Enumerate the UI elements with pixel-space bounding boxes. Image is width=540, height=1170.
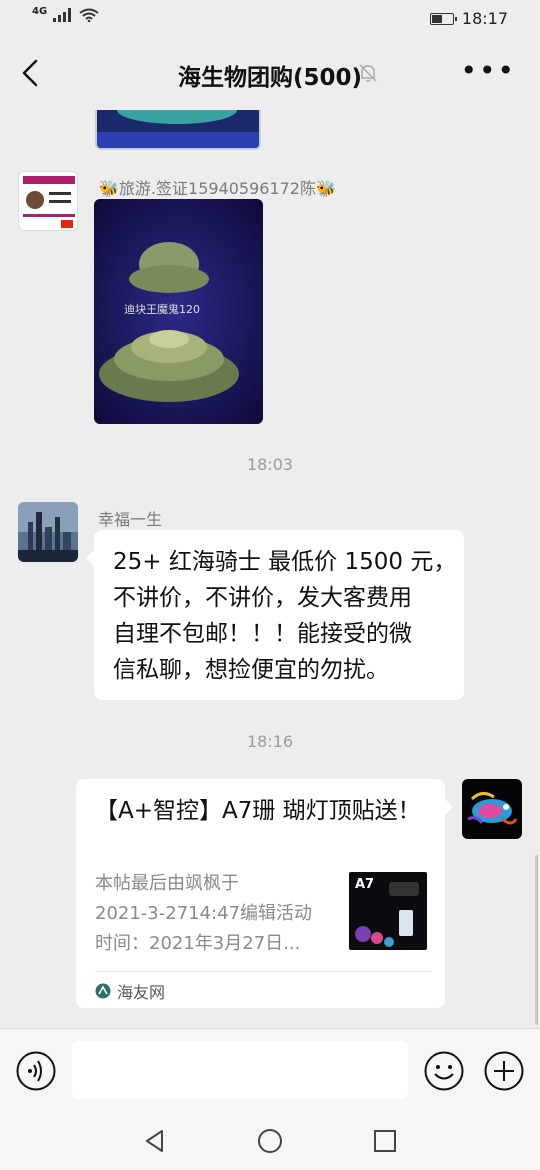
sender-name: 幸福一生 — [98, 510, 163, 529]
text-message-bubble[interactable]: 25+ 红海骑士 最低价 1500 元， 不讲价，不讲价，发大客费用 自理不包邮… — [86, 530, 464, 700]
nav-recents-icon[interactable] — [372, 1128, 398, 1154]
network-label: 4G — [32, 5, 48, 17]
link-card-title: 【A+智控】A7珊 瑚灯顶贴送！ — [95, 798, 421, 824]
message-line: 自理不包邮！！！能接受的微 — [113, 621, 412, 647]
battery-icon — [429, 12, 457, 25]
timestamp: 18:03 — [246, 455, 294, 474]
divider — [95, 971, 431, 972]
status-bar: 4G 18:17 — [0, 0, 540, 36]
input-bar — [0, 1028, 540, 1111]
previous-image-message[interactable] — [95, 110, 261, 150]
mute-bell-icon — [359, 64, 377, 82]
signal-icon — [53, 8, 72, 22]
message-list[interactable]: 🐝旅游.签证15940596172陈🐝 迪块王魔鬼120 18:03 幸福一生 … — [0, 110, 540, 1028]
link-card-message[interactable]: 【A+智控】A7珊 瑚灯顶贴送！ 本帖最后由飒枫于 2021-3-2714:47… — [76, 779, 453, 1008]
status-time: 18:17 — [461, 9, 508, 28]
desc-line: 2021-3-2714:47编辑活动 — [95, 903, 313, 924]
message-line: 25+ 红海骑士 最低价 1500 元， — [113, 549, 457, 575]
scrollbar[interactable] — [535, 855, 538, 1025]
plus-icon[interactable] — [484, 1051, 524, 1091]
timestamp: 18:16 — [246, 732, 294, 751]
voice-icon[interactable] — [16, 1051, 56, 1091]
nav-home-icon[interactable] — [257, 1128, 283, 1154]
thumbnail-label: A7 — [355, 877, 374, 892]
avatar-self-fish[interactable] — [462, 779, 522, 839]
message-input[interactable] — [72, 1041, 408, 1099]
chat-title: 海生物团购(500) — [177, 65, 363, 91]
avatar-travel-agent[interactable] — [18, 171, 78, 231]
sender-name: 🐝旅游.签证15940596172陈🐝 — [99, 179, 336, 198]
link-card-thumbnail: A7 — [349, 872, 427, 950]
emoji-icon[interactable] — [424, 1051, 464, 1091]
image-caption: 迪块王魔鬼120 — [124, 302, 200, 316]
desc-line: 本帖最后由飒枫于 — [95, 873, 239, 894]
avatar-city-skyline[interactable] — [18, 502, 78, 562]
message-line: 不讲价，不讲价，发大客费用 — [113, 585, 412, 611]
link-source: 海友网 — [95, 979, 165, 1003]
message-line: 信私聊，想捡便宜的勿扰。 — [113, 657, 389, 683]
chat-header: 海生物团购(500) ••• — [0, 36, 540, 110]
more-options-button[interactable]: ••• — [460, 57, 516, 85]
link-card-description: 本帖最后由飒枫于 2021-3-2714:47编辑活动 时间：2021年3月27… — [95, 869, 335, 959]
system-nav-bar — [0, 1110, 540, 1170]
source-logo-icon — [95, 983, 111, 999]
link-source-name: 海友网 — [117, 983, 166, 1002]
wifi-icon — [79, 8, 99, 22]
nav-back-icon[interactable] — [142, 1128, 168, 1154]
coral-image-message[interactable]: 迪块王魔鬼120 — [94, 199, 263, 424]
desc-line: 时间：2021年3月27日... — [95, 933, 301, 954]
